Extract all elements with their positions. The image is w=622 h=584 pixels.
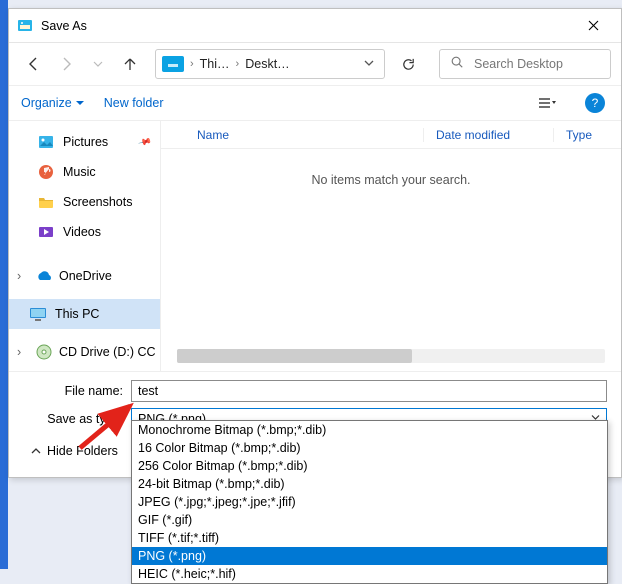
type-option[interactable]: HEIC (*.heic;*.hif) [132, 565, 607, 583]
forward-button[interactable] [51, 49, 81, 79]
sidebar-item-music[interactable]: Music [9, 157, 160, 187]
horizontal-scrollbar[interactable] [177, 349, 605, 363]
help-button[interactable]: ? [581, 90, 609, 116]
type-option[interactable]: GIF (*.gif) [132, 511, 607, 529]
recent-dropdown[interactable] [83, 49, 113, 79]
refresh-button[interactable] [393, 49, 423, 79]
navigation-pane[interactable]: Pictures Music Screenshots Videos › OneD… [9, 121, 161, 371]
saveastype-label: Save as type: [23, 412, 131, 426]
folder-icon [37, 193, 55, 211]
desktop-left-edge [0, 0, 8, 569]
breadcrumb-separator: › [190, 58, 194, 70]
type-option[interactable]: TIFF (*.tif;*.tiff) [132, 529, 607, 547]
chevron-up-icon [31, 446, 41, 456]
hide-folders-button[interactable]: Hide Folders [23, 440, 126, 462]
sidebar-item-pictures[interactable]: Pictures [9, 127, 160, 157]
nav-toolbar: › Thi… › Deskt… [9, 43, 621, 85]
command-bar: Organize New folder ? [9, 85, 621, 121]
type-option[interactable]: Monochrome Bitmap (*.bmp;*.dib) [132, 421, 607, 439]
dialog-body: Pictures Music Screenshots Videos › OneD… [9, 121, 621, 371]
sidebar-item-videos[interactable]: Videos [9, 217, 160, 247]
disc-icon [35, 343, 53, 361]
sidebar-item-onedrive[interactable]: › OneDrive [9, 261, 160, 291]
search-box[interactable] [439, 49, 611, 79]
close-button[interactable] [573, 12, 613, 40]
type-option[interactable]: 16 Color Bitmap (*.bmp;*.dib) [132, 439, 607, 457]
app-icon [17, 18, 33, 34]
up-button[interactable] [115, 49, 145, 79]
column-date[interactable]: Date modified [423, 128, 553, 142]
address-dropdown-icon[interactable] [360, 53, 378, 75]
type-option[interactable]: 256 Color Bitmap (*.bmp;*.dib) [132, 457, 607, 475]
saveastype-dropdown[interactable]: Monochrome Bitmap (*.bmp;*.dib)16 Color … [131, 420, 608, 584]
column-headers: Name Date modified Type [161, 121, 621, 149]
type-option[interactable]: PNG (*.png) [132, 547, 607, 565]
back-button[interactable] [19, 49, 49, 79]
type-option[interactable]: JPEG (*.jpg;*.jpeg;*.jpe;*.jfif) [132, 493, 607, 511]
expand-icon[interactable]: › [17, 345, 29, 359]
search-input[interactable] [472, 56, 600, 72]
new-folder-button[interactable]: New folder [104, 96, 164, 110]
location-icon [162, 56, 184, 72]
titlebar: Save As [9, 9, 621, 43]
scrollbar-thumb[interactable] [177, 349, 412, 363]
videos-icon [37, 223, 55, 241]
view-menu[interactable] [533, 90, 561, 116]
sort-indicator-icon[interactable] [399, 131, 423, 139]
save-as-dialog: Save As › Thi… › Deskt… [8, 8, 622, 478]
search-icon [450, 55, 464, 74]
file-list-area[interactable]: Name Date modified Type No items match y… [161, 121, 621, 371]
sidebar-item-cddrive[interactable]: › CD Drive (D:) CCC [9, 337, 160, 367]
address-bar[interactable]: › Thi… › Deskt… [155, 49, 385, 79]
window-title: Save As [41, 19, 573, 33]
column-type[interactable]: Type [553, 128, 621, 142]
pictures-icon [37, 133, 55, 151]
column-name[interactable]: Name [161, 128, 399, 142]
help-icon: ? [585, 93, 605, 113]
sidebar-item-screenshots[interactable]: Screenshots [9, 187, 160, 217]
sidebar-item-thispc[interactable]: This PC [9, 299, 160, 329]
music-icon [37, 163, 55, 181]
expand-icon[interactable]: › [17, 269, 29, 283]
filename-label: File name: [23, 384, 131, 398]
breadcrumb-item[interactable]: Thi… [200, 57, 230, 71]
onedrive-icon [35, 267, 53, 285]
organize-menu[interactable]: Organize [21, 96, 84, 110]
breadcrumb-item[interactable]: Deskt… [245, 57, 289, 71]
empty-state-text: No items match your search. [161, 173, 621, 187]
thispc-icon [29, 305, 47, 323]
filename-input[interactable] [131, 380, 607, 402]
breadcrumb-separator: › [236, 58, 240, 70]
type-option[interactable]: 24-bit Bitmap (*.bmp;*.dib) [132, 475, 607, 493]
